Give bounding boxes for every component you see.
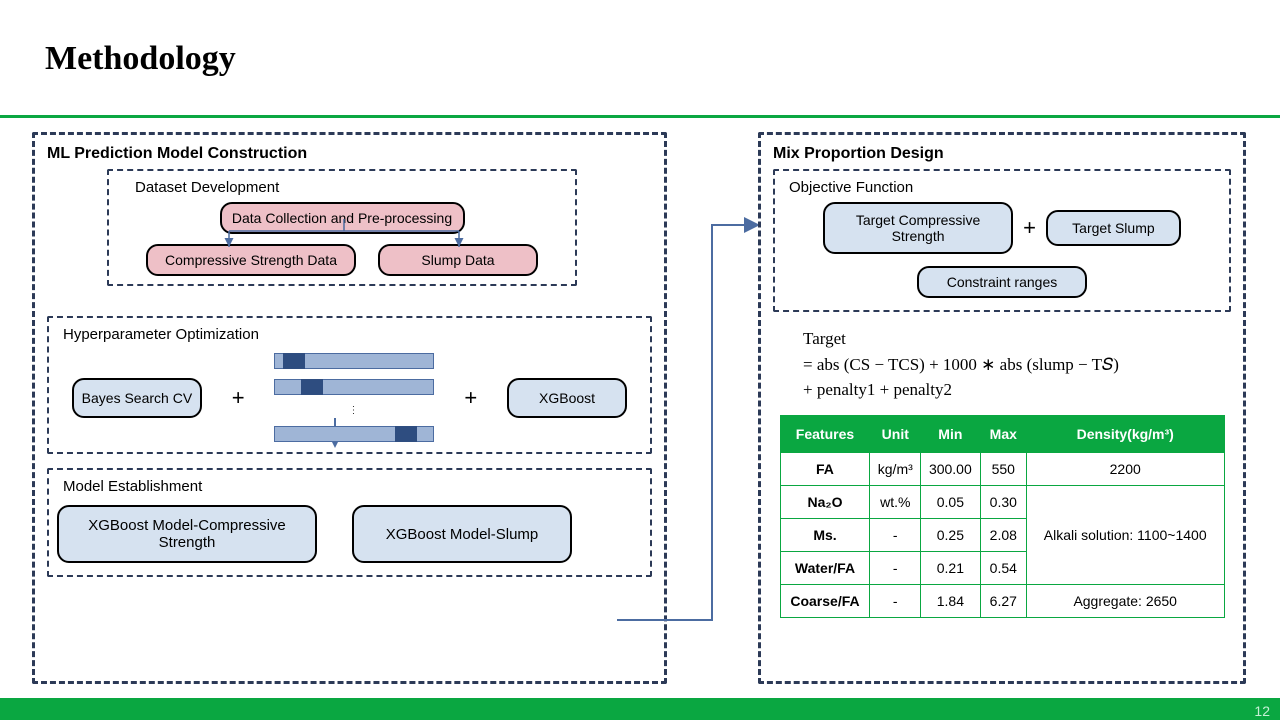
- eq-line-1: Target: [803, 326, 1223, 352]
- dataset-label: Dataset Development: [117, 179, 567, 196]
- eq-line-2: = abs (CS − TCS) + 1000 ∗ abs (slump − T…: [803, 352, 1223, 378]
- model-est-label: Model Establishment: [57, 478, 642, 495]
- objective-function-box: Objective Function Target Compressive St…: [773, 169, 1231, 312]
- cell-max: 2.08: [980, 518, 1026, 551]
- cell-density: 2200: [1026, 452, 1224, 485]
- data-collection-box: Data Collection and Pre-processing: [220, 202, 465, 234]
- footer-bar: [0, 698, 1280, 720]
- plus-icon: +: [232, 385, 245, 411]
- cell-feature: Ms.: [780, 518, 870, 551]
- cell-min: 0.05: [921, 485, 981, 518]
- page-title: Methodology: [45, 40, 236, 78]
- plus-icon: +: [464, 385, 477, 411]
- xgboost-box: XGBoost: [507, 378, 627, 418]
- cell-min: 300.00: [921, 452, 981, 485]
- dataset-development-box: Dataset Development Data Collection and …: [107, 169, 577, 286]
- eq-line-3: + penalty1 + penalty2: [803, 377, 1223, 403]
- xgb-model-slump-box: XGBoost Model-Slump: [352, 505, 572, 563]
- cell-min: 0.21: [921, 551, 981, 584]
- target-slump-box: Target Slump: [1046, 210, 1181, 246]
- divider: [0, 115, 1280, 118]
- cell-feature: Na₂O: [780, 485, 870, 518]
- bayes-search-box: Bayes Search CV: [72, 378, 202, 418]
- cell-feature: Water/FA: [780, 551, 870, 584]
- cell-min: 0.25: [921, 518, 981, 551]
- compressive-strength-data-box: Compressive Strength Data: [146, 244, 356, 276]
- th-features: Features: [780, 415, 870, 452]
- cell-min: 1.84: [921, 584, 981, 617]
- cell-unit: -: [870, 584, 921, 617]
- cell-max: 550: [980, 452, 1026, 485]
- mix-panel-title: Mix Proportion Design: [773, 145, 1231, 163]
- cell-max: 6.27: [980, 584, 1026, 617]
- slump-data-box: Slump Data: [378, 244, 538, 276]
- th-unit: Unit: [870, 415, 921, 452]
- ml-panel-title: ML Prediction Model Construction: [47, 145, 652, 163]
- hyperparameter-box: Hyperparameter Optimization Bayes Search…: [47, 316, 652, 454]
- obj-label: Objective Function: [783, 179, 1221, 196]
- cell-unit: wt.%: [870, 485, 921, 518]
- cell-unit: -: [870, 551, 921, 584]
- target-cs-box: Target Compressive Strength: [823, 202, 1013, 254]
- model-establishment-box: Model Establishment XGBoost Model-Compre…: [47, 468, 652, 577]
- cell-unit: -: [870, 518, 921, 551]
- th-max: Max: [980, 415, 1026, 452]
- features-table: Features Unit Min Max Density(kg/m³) FA …: [780, 415, 1225, 618]
- mix-proportion-panel: Mix Proportion Design Objective Function…: [758, 132, 1246, 684]
- page-number: 12: [1254, 703, 1270, 719]
- hyper-label: Hyperparameter Optimization: [57, 326, 642, 343]
- plus-icon: +: [1023, 215, 1036, 241]
- cell-feature: Coarse/FA: [780, 584, 870, 617]
- table-row: Coarse/FA - 1.84 6.27 Aggregate: 2650: [780, 584, 1224, 617]
- cell-unit: kg/m³: [870, 452, 921, 485]
- table-header-row: Features Unit Min Max Density(kg/m³): [780, 415, 1224, 452]
- cell-feature: FA: [780, 452, 870, 485]
- th-min: Min: [921, 415, 981, 452]
- th-density: Density(kg/m³): [1026, 415, 1224, 452]
- xgb-model-cs-box: XGBoost Model-Compressive Strength: [57, 505, 317, 563]
- constraint-ranges-box: Constraint ranges: [917, 266, 1087, 298]
- ml-prediction-panel: ML Prediction Model Construction Dataset…: [32, 132, 667, 684]
- table-row: FA kg/m³ 300.00 550 2200: [780, 452, 1224, 485]
- cell-density-alkali: Alkali solution: 1100~1400: [1026, 485, 1224, 584]
- objective-equation: Target = abs (CS − TCS) + 1000 ∗ abs (sl…: [773, 318, 1231, 407]
- table-row: Na₂O wt.% 0.05 0.30 Alkali solution: 110…: [780, 485, 1224, 518]
- hyperparam-bars: ⋮: [274, 353, 434, 442]
- cell-density: Aggregate: 2650: [1026, 584, 1224, 617]
- cell-max: 0.30: [980, 485, 1026, 518]
- cell-max: 0.54: [980, 551, 1026, 584]
